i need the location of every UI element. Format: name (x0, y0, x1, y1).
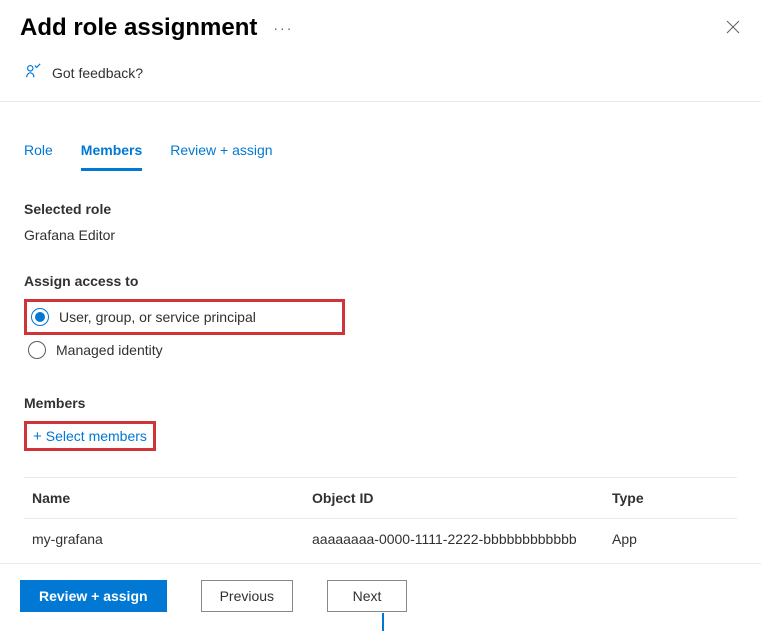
members-table: Name Object ID Type my-grafana aaaaaaaa-… (24, 477, 737, 552)
cell-type: App (612, 531, 729, 547)
next-button[interactable]: Next (327, 580, 407, 612)
review-assign-button[interactable]: Review + assign (20, 580, 167, 612)
select-members-link[interactable]: + Select members (27, 424, 153, 448)
tab-bar: Role Members Review + assign (24, 120, 737, 171)
panel-title: Add role assignment (20, 14, 257, 42)
col-header-object-id: Object ID (312, 490, 612, 506)
feedback-label: Got feedback? (52, 65, 143, 81)
more-icon[interactable]: ··· (273, 20, 293, 36)
close-icon[interactable] (725, 19, 741, 38)
radio-managed-label: Managed identity (56, 342, 163, 358)
tab-review-assign[interactable]: Review + assign (170, 142, 272, 171)
radio-icon (31, 308, 49, 326)
radio-icon (28, 341, 46, 359)
radio-managed-identity[interactable]: Managed identity (24, 335, 737, 365)
text-cursor (382, 613, 384, 631)
panel-header: Add role assignment ··· (0, 0, 761, 52)
table-header: Name Object ID Type (24, 478, 737, 519)
table-row[interactable]: my-grafana aaaaaaaa-0000-1111-2222-bbbbb… (24, 519, 737, 552)
highlight-user-option: User, group, or service principal (24, 299, 345, 335)
col-header-type: Type (612, 490, 729, 506)
panel-footer: Review + assign Previous Next (0, 563, 761, 628)
select-members-label: Select members (46, 428, 147, 444)
feedback-icon (24, 62, 42, 83)
radio-user-label: User, group, or service principal (59, 309, 256, 325)
feedback-link[interactable]: Got feedback? (0, 52, 761, 102)
scroll-area: Role Members Review + assign Selected ro… (0, 120, 761, 552)
previous-button[interactable]: Previous (201, 580, 293, 612)
cell-name: my-grafana (32, 531, 312, 547)
members-label: Members (24, 395, 737, 411)
cell-object-id: aaaaaaaa-0000-1111-2222-bbbbbbbbbbbb (312, 531, 612, 547)
highlight-select-members: + Select members (24, 421, 156, 451)
col-header-name: Name (32, 490, 312, 506)
selected-role-label: Selected role (24, 201, 737, 217)
radio-user-group-service-principal[interactable]: User, group, or service principal (27, 302, 342, 332)
assign-access-label: Assign access to (24, 273, 737, 289)
tab-members[interactable]: Members (81, 142, 142, 171)
plus-icon: + (33, 429, 42, 444)
selected-role-value: Grafana Editor (24, 227, 737, 243)
tab-role[interactable]: Role (24, 142, 53, 171)
